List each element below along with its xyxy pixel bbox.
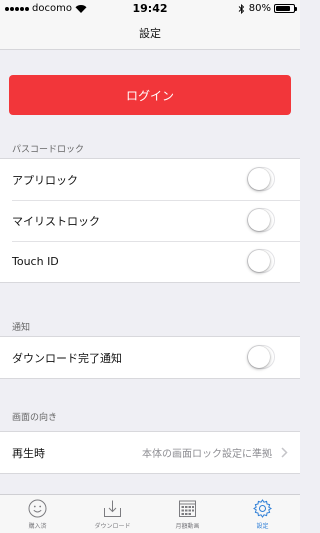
status-right: 80% <box>238 3 297 14</box>
login-button[interactable]: ログイン <box>9 75 291 115</box>
tab-download[interactable]: ダウンロード <box>75 495 150 533</box>
gear-icon <box>253 499 272 518</box>
download-icon <box>104 500 121 517</box>
setting-row-mylist-lock[interactable]: マイリストロック <box>0 200 300 241</box>
page-title: 設定 <box>139 27 161 40</box>
calendar-grid-icon <box>179 500 196 517</box>
screen-orientation-group: 再生時 本体の画面ロック設定に準拠 <box>0 431 300 474</box>
battery-level <box>276 6 290 11</box>
battery-percent: 80% <box>248 3 271 14</box>
setting-label: マイリストロック <box>12 214 100 228</box>
setting-label: ダウンロード完了通知 <box>12 351 122 365</box>
tab-bar: 購入済 ダウンロード 月額動画 設定 <box>0 494 300 533</box>
chevron-right-icon <box>281 447 288 458</box>
app-lock-toggle[interactable] <box>247 167 275 191</box>
smiley-icon <box>28 499 47 518</box>
section-header-notification: 通知 <box>12 323 31 333</box>
tab-label: 購入済 <box>28 523 47 530</box>
status-bar: docomo 19:42 80% <box>0 0 300 18</box>
touch-id-toggle[interactable] <box>247 249 275 273</box>
setting-row-download-complete-notification[interactable]: ダウンロード完了通知 <box>0 337 300 378</box>
tab-label: 月額動画 <box>175 523 200 530</box>
passcode-lock-group: アプリロック マイリストロック Touch ID <box>0 158 300 283</box>
battery-icon <box>274 4 297 13</box>
setting-label: Touch ID <box>12 255 59 268</box>
navigation-bar: 設定 <box>0 18 300 50</box>
notification-group: ダウンロード完了通知 <box>0 336 300 379</box>
setting-row-touch-id[interactable]: Touch ID <box>0 241 300 282</box>
setting-value: 本体の画面ロック設定に準拠 <box>142 449 272 460</box>
tab-monthly-videos[interactable]: 月額動画 <box>150 495 225 533</box>
setting-label: 再生時 <box>12 446 45 460</box>
tab-label: ダウンロード <box>94 523 131 530</box>
mylist-lock-toggle[interactable] <box>247 208 275 232</box>
download-complete-notification-toggle[interactable] <box>247 345 275 369</box>
section-header-screen-orientation: 画面の向き <box>12 413 58 423</box>
bluetooth-icon <box>238 3 244 14</box>
setting-label: アプリロック <box>12 173 78 187</box>
tab-purchased[interactable]: 購入済 <box>0 495 75 533</box>
section-header-passcode-lock: パスコードロック <box>12 145 85 155</box>
tab-label: 設定 <box>256 523 269 530</box>
tab-settings[interactable]: 設定 <box>225 495 300 533</box>
setting-row-playback-orientation[interactable]: 再生時 本体の画面ロック設定に準拠 <box>0 432 300 473</box>
setting-row-app-lock[interactable]: アプリロック <box>0 159 300 200</box>
